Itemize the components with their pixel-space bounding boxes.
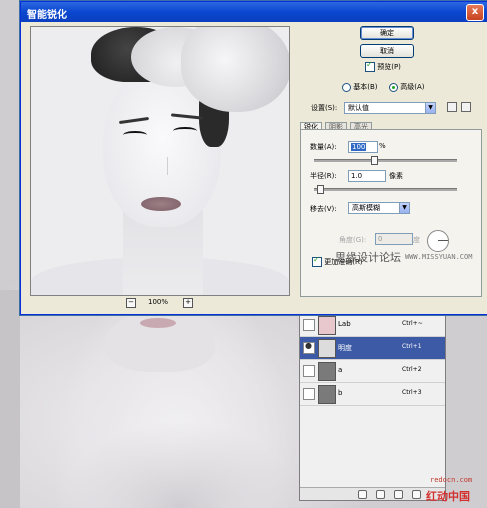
channel-name: 明度 [338,344,352,352]
visibility-toggle[interactable] [303,365,315,377]
chevron-down-icon: ▼ [399,203,409,213]
dialog-titlebar[interactable]: 智能锐化 x [21,2,487,22]
remove-value: 高斯模糊 [352,204,380,212]
ok-button[interactable]: 确定 [360,26,414,40]
delete-settings-icon[interactable] [461,102,471,112]
advanced-label: 高级(A) [400,83,425,91]
save-settings-icon[interactable] [447,102,457,112]
channel-thumbnail [318,339,336,358]
channel-name: Lab [338,320,351,328]
preview-checkbox-row[interactable]: 预览(P) [365,60,401,72]
preview-checkbox[interactable] [365,60,375,72]
channel-row-a[interactable]: a Ctrl+2 [300,360,445,383]
zoom-out-button[interactable]: − [126,298,136,308]
preview-eye-right [173,127,197,135]
canvas-edge [0,290,20,508]
preview-label: 预览(P) [377,63,401,71]
remove-label: 移去(V): [310,205,337,213]
radius-input[interactable]: 1.0 [348,170,386,182]
angle-label: 角度(G): [339,236,367,244]
watermark-text-missyuan: 思缘设计论坛 [335,251,401,264]
basic-radio[interactable] [342,82,351,92]
zoom-level: 100% [148,298,169,306]
background-shoulders [60,420,300,508]
visibility-toggle[interactable] [303,388,315,400]
smart-sharpen-dialog: 智能锐化 x − 100% + 确定 取消 预览(P) 基本(B) 高级(A) … [20,1,487,315]
channel-name: b [338,389,343,397]
amount-slider[interactable] [314,159,457,162]
radius-slider[interactable] [314,188,457,191]
angle-unit: 度 [413,236,420,244]
preview-nose [157,157,168,175]
close-button[interactable]: x [466,4,484,21]
amount-input[interactable]: 100 [348,141,378,153]
channel-row-b[interactable]: b Ctrl+3 [300,383,445,406]
eye-icon[interactable] [303,341,315,354]
preview-image[interactable] [30,26,290,296]
remove-select[interactable]: 高斯模糊 ▼ [348,202,410,214]
channel-shortcut: Ctrl+3 [402,389,422,396]
channel-thumbnail [318,385,336,404]
radius-slider-thumb[interactable] [316,185,324,194]
watermark-url-missyuan: WWW.MISSYUAN.COM [405,253,473,261]
dotted-circle-icon[interactable] [358,490,367,499]
channel-shortcut: Ctrl+1 [402,343,422,350]
trash-icon[interactable] [412,490,421,499]
channel-thumbnail [318,316,336,335]
preview-bow [181,27,289,112]
visibility-toggle[interactable] [303,319,315,331]
zoom-controls: − 100% + [126,298,196,310]
cancel-button[interactable]: 取消 [360,44,414,58]
settings-select[interactable]: 默认值 ▼ [344,102,436,114]
basic-label: 基本(B) [353,83,378,91]
channels-panel: Lab Ctrl+~ 明度 Ctrl+1 a Ctrl+2 b Ctrl+3 [299,313,446,501]
zoom-in-button[interactable]: + [183,298,193,308]
angle-value: 0 [378,235,383,243]
more-accurate-checkbox[interactable] [312,255,322,267]
channel-thumbnail [318,362,336,381]
preview-eye-left [123,131,147,139]
channel-row-lab[interactable]: Lab Ctrl+~ [300,314,445,337]
amount-unit: % [379,142,386,150]
settings-value: 默认值 [348,104,369,112]
dialog-title: 智能锐化 [27,10,67,21]
advanced-radio[interactable] [389,82,398,92]
settings-label: 设置(S): [311,104,338,112]
channel-row-lightness[interactable]: 明度 Ctrl+1 [300,337,445,360]
angle-dial[interactable] [427,230,449,252]
amount-value: 100 [351,143,367,151]
watermark-url-redocn: redocn.com [430,476,473,484]
save-selection-icon[interactable] [376,490,385,499]
preview-lips [141,197,181,211]
radius-label: 半径(R): [310,172,337,180]
background-lips [140,318,176,328]
radius-value: 1.0 [351,172,363,180]
radius-unit: 像素 [389,172,403,180]
channel-shortcut: Ctrl+~ [402,320,423,327]
amount-label: 数量(A): [310,143,337,151]
channel-name: a [338,366,343,374]
mode-basic[interactable]: 基本(B) [342,82,378,92]
mode-advanced[interactable]: 高级(A) [389,82,425,92]
new-channel-icon[interactable] [394,490,403,499]
panel-footer [300,487,445,500]
amount-slider-thumb[interactable] [371,156,379,165]
angle-input[interactable]: 0 [375,233,413,245]
channel-shortcut: Ctrl+2 [402,366,422,373]
watermark-text-redocn: 红动中国 [426,490,470,503]
chevron-down-icon: ▼ [425,103,435,113]
